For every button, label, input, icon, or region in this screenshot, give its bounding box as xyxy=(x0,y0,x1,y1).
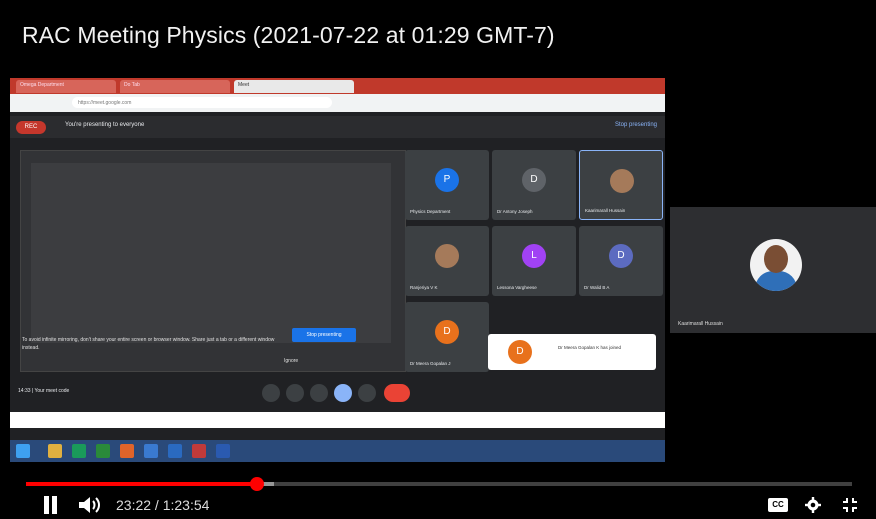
app-icon xyxy=(72,444,86,458)
avatar-shirt xyxy=(755,271,797,291)
meeting-info: 14:33 | Your meet code xyxy=(18,388,70,394)
present-icon xyxy=(334,384,352,402)
progress-played xyxy=(26,482,258,486)
app-icon xyxy=(96,444,110,458)
participant-tile: D Dr Meera Gopalan J xyxy=(405,302,489,372)
pause-icon[interactable] xyxy=(41,496,59,514)
url-field: https://meet.google.com xyxy=(72,97,332,108)
gear-icon[interactable] xyxy=(805,497,821,513)
start-icon xyxy=(16,444,30,458)
notification-text: Dr Meera Gopalan K has joined xyxy=(558,345,622,350)
rec-badge: REC xyxy=(16,121,46,134)
downloads-bar xyxy=(10,412,665,428)
windows-taskbar xyxy=(10,440,665,462)
folder-icon xyxy=(48,444,62,458)
participant-name: Dr Walid B A xyxy=(584,285,610,290)
participant-name: Lessona Vargheese xyxy=(497,285,537,290)
time-display: 23:22 / 1:23:54 xyxy=(116,497,210,513)
avatar: L xyxy=(522,244,546,268)
app-icon xyxy=(168,444,182,458)
participant-name: Physics Department xyxy=(410,209,451,214)
video-title: RAC Meeting Physics (2021-07-22 at 01:29… xyxy=(22,22,555,48)
end-call-icon xyxy=(384,384,410,402)
hand-icon xyxy=(310,384,328,402)
avatar-face xyxy=(764,245,788,273)
shared-window xyxy=(31,163,391,343)
ignore-button: Ignore xyxy=(284,358,299,364)
word-icon xyxy=(216,444,230,458)
participant-name: Ranjeriya V K xyxy=(410,285,438,290)
mic-icon xyxy=(262,384,280,402)
meet-controls: 14:33 | Your meet code xyxy=(10,378,665,408)
participant-name: Kaarimarall Hussain xyxy=(585,208,626,213)
recorded-screen: Omega Department Do Tab Meet https://mee… xyxy=(10,78,665,462)
browser-tab-strip: Omega Department Do Tab Meet xyxy=(10,78,665,94)
address-bar: https://meet.google.com xyxy=(10,94,665,112)
more-icon xyxy=(358,384,376,402)
participant-name: Dr Meera Gopalan J xyxy=(410,361,451,366)
browser-tab: Meet xyxy=(234,80,354,93)
avatar: D xyxy=(609,244,633,268)
scrubber-handle[interactable] xyxy=(250,477,265,491)
participant-tile: P Physics Department xyxy=(405,150,489,220)
stop-presenting-link: Stop presenting xyxy=(614,122,657,128)
video-player[interactable]: RAC Meeting Physics (2021-07-22 at 01:29… xyxy=(0,0,876,517)
volume-icon[interactable] xyxy=(78,496,102,514)
participant-name: Dr Antony Joseph xyxy=(497,209,533,214)
join-notification: D Dr Meera Gopalan K has joined xyxy=(488,334,656,370)
browser-tab: Omega Department xyxy=(16,80,116,93)
chrome-icon xyxy=(144,444,158,458)
avatar: D xyxy=(522,168,546,192)
avatar xyxy=(750,239,802,291)
avatar xyxy=(435,244,459,268)
meet-presenting-bar: REC You're presenting to everyone Stop p… xyxy=(10,116,665,138)
avatar: D xyxy=(508,340,532,364)
participant-tile: Ranjeriya V K xyxy=(405,226,489,296)
cc-icon[interactable]: CC xyxy=(768,498,788,512)
app-icon xyxy=(120,444,134,458)
camera-icon xyxy=(286,384,304,402)
participant-tile: Kaarimarall Hussain xyxy=(579,150,663,220)
avatar: D xyxy=(435,320,459,344)
avatar xyxy=(610,169,634,193)
presenting-text: You're presenting to everyone xyxy=(65,122,145,128)
browser-tab: Do Tab xyxy=(120,80,230,93)
app-icon xyxy=(192,444,206,458)
exit-fullscreen-icon[interactable] xyxy=(842,497,858,513)
participant-tile: D Dr Antony Joseph xyxy=(492,150,576,220)
participant-tile: D Dr Walid B A xyxy=(579,226,663,296)
mirroring-warning: To avoid infinite mirroring, don't share… xyxy=(22,337,275,351)
progress-bar[interactable] xyxy=(26,477,852,491)
stop-presenting-button: Stop presenting xyxy=(292,328,356,342)
participant-name: Kaarimarall Hussain xyxy=(678,321,723,327)
participant-panel: Kaarimarall Hussain xyxy=(670,207,876,333)
participant-tile: L Lessona Vargheese xyxy=(492,226,576,296)
avatar: P xyxy=(435,168,459,192)
